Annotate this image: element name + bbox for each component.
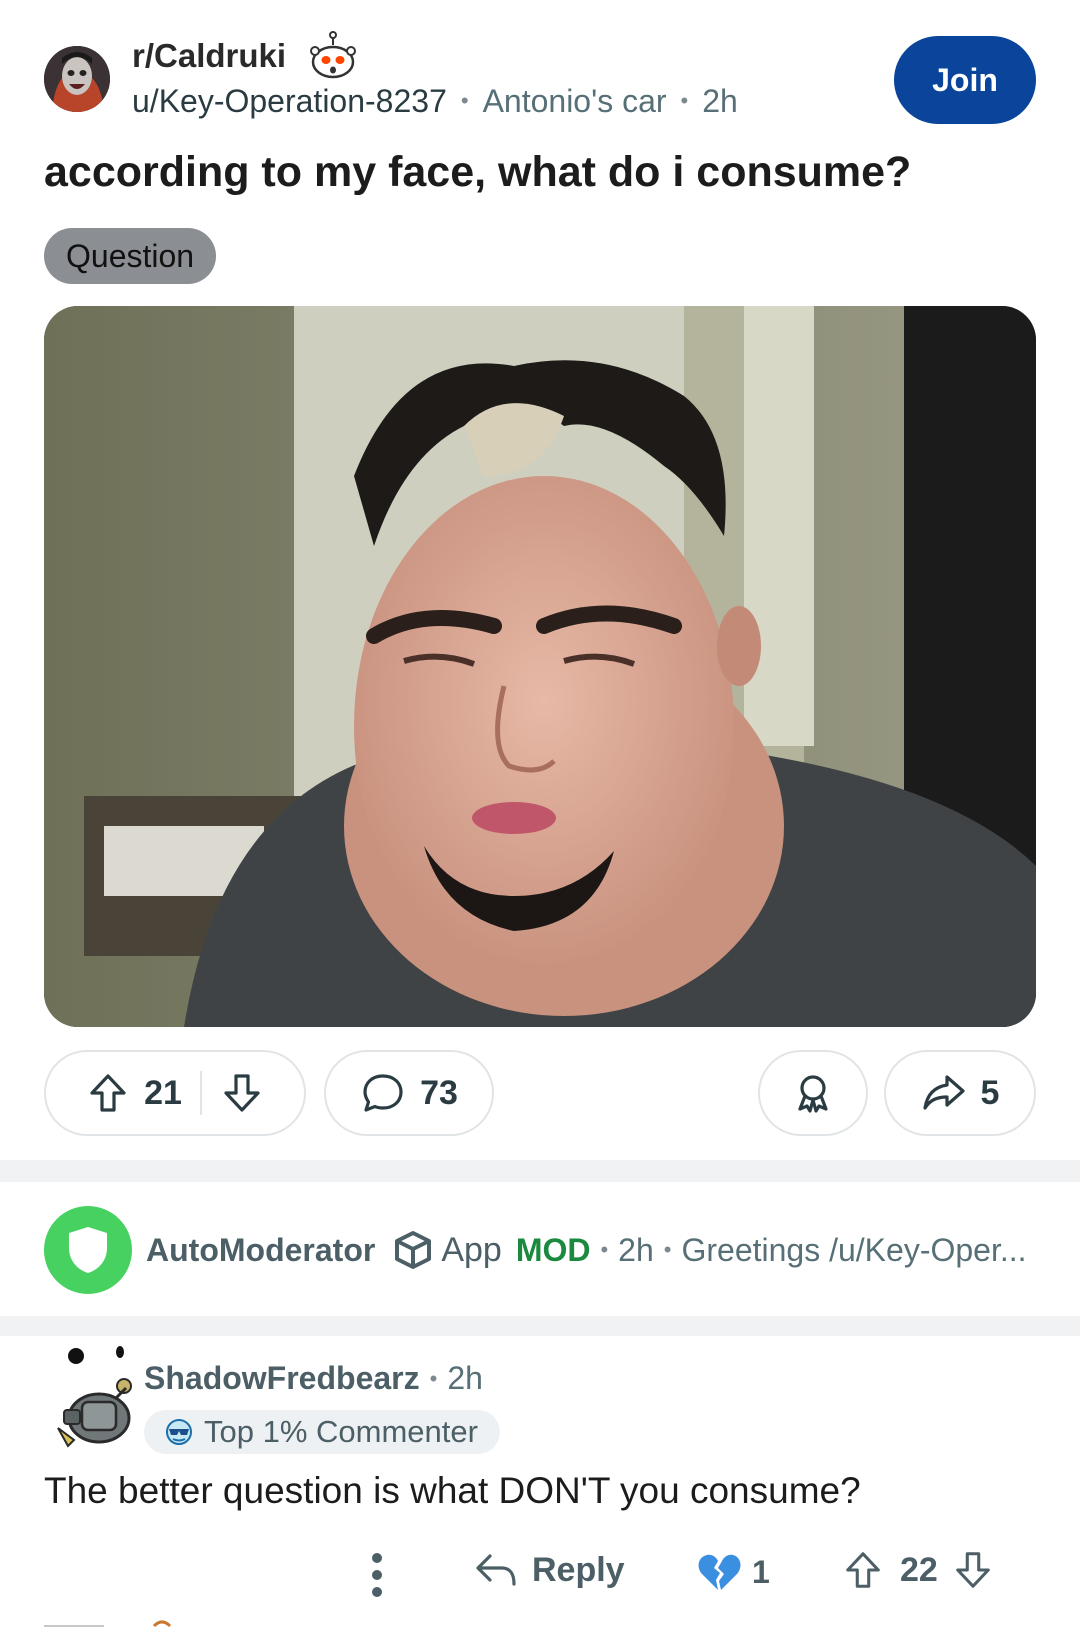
subreddit-row: r/Caldruki (132, 31, 738, 79)
author-name[interactable]: u/Key-Operation-8237 (132, 83, 447, 120)
share-icon (922, 1075, 965, 1110)
post-header: r/Caldruki u/Key-Operation-8237 • Antoni… (44, 31, 1036, 124)
reply-icon (476, 1554, 516, 1586)
commenter-name[interactable]: ShadowFredbearz (144, 1360, 420, 1397)
share-count: 5 (980, 1073, 1000, 1112)
comment-body: The better question is what DON'T you co… (44, 1470, 861, 1511)
more-options-button[interactable] (370, 1550, 384, 1600)
reply-label: Reply (532, 1550, 625, 1589)
commenter-badge: Top 1% Commenter (144, 1410, 500, 1454)
snoo-icon (310, 31, 357, 79)
award-icon (798, 1075, 828, 1113)
subreddit-avatar[interactable] (44, 46, 110, 112)
upvote-icon[interactable] (842, 1548, 884, 1592)
broken-heart-icon (698, 1554, 741, 1590)
upvote-icon[interactable] (86, 1071, 130, 1115)
post-time: 2h (702, 82, 738, 119)
badge-label: Top 1% Commenter (204, 1414, 478, 1449)
upvote-count: 21 (144, 1073, 182, 1112)
comment-actions: Reply 1 22 (0, 1540, 1080, 1614)
post-title[interactable]: according to my face, what do i consume? (44, 148, 911, 197)
comment-count: 73 (420, 1073, 458, 1112)
post-action-bar: 21 73 5 (44, 1050, 1036, 1136)
automod-name[interactable]: AutoModerator (146, 1232, 375, 1269)
heart-count: 1 (752, 1553, 770, 1590)
dot-separator: • (429, 1365, 438, 1391)
share-button[interactable]: 5 (884, 1050, 1036, 1136)
downvote-icon[interactable] (952, 1548, 994, 1592)
dot-separator: • (460, 88, 469, 113)
post-image[interactable] (44, 306, 1036, 1027)
author-row: u/Key-Operation-8237 • Antonio's car • 2… (132, 78, 738, 124)
more-icon (372, 1553, 382, 1597)
commenter-avatar[interactable] (44, 1340, 144, 1450)
vote-divider (199, 1071, 202, 1115)
section-divider (0, 1160, 1080, 1182)
comment-votes: 22 (842, 1548, 994, 1592)
dot-separator: • (663, 1237, 672, 1262)
section-divider (0, 1316, 1080, 1336)
shield-icon (69, 1227, 107, 1273)
subreddit-name[interactable]: r/Caldruki (132, 37, 286, 75)
award-button[interactable] (758, 1050, 868, 1136)
commenter-row: ShadowFredbearz • 2h (144, 1360, 483, 1397)
heart-award[interactable]: 1 (696, 1552, 770, 1592)
author-flair: Antonio's car (482, 82, 667, 119)
post-flair[interactable]: Question (44, 228, 217, 284)
comments-button[interactable]: 73 (324, 1050, 494, 1136)
dot-separator: • (680, 88, 689, 113)
comment-time: 2h (447, 1360, 483, 1396)
app-label: App (441, 1230, 502, 1269)
dot-separator: • (600, 1237, 609, 1262)
comment-icon (363, 1074, 403, 1112)
mod-label: MOD (515, 1231, 591, 1268)
comment-vote-count: 22 (900, 1550, 938, 1589)
join-button[interactable]: Join (894, 36, 1036, 124)
sunglasses-icon (166, 1419, 192, 1445)
reply-button[interactable]: Reply (474, 1550, 625, 1590)
next-comment-avatar-partial (44, 1614, 184, 1627)
automod-preview: Greetings /u/Key-Oper... (681, 1231, 1027, 1268)
app-cube-icon (395, 1231, 432, 1269)
automod-comment-collapsed[interactable]: AutoModerator App MOD • 2h • Greetings /… (44, 1205, 1044, 1295)
post-meta: r/Caldruki u/Key-Operation-8237 • Antoni… (132, 31, 738, 124)
automod-avatar (44, 1206, 132, 1294)
vote-pill: 21 (44, 1050, 306, 1136)
automod-time: 2h (618, 1231, 654, 1268)
downvote-icon[interactable] (220, 1071, 264, 1115)
